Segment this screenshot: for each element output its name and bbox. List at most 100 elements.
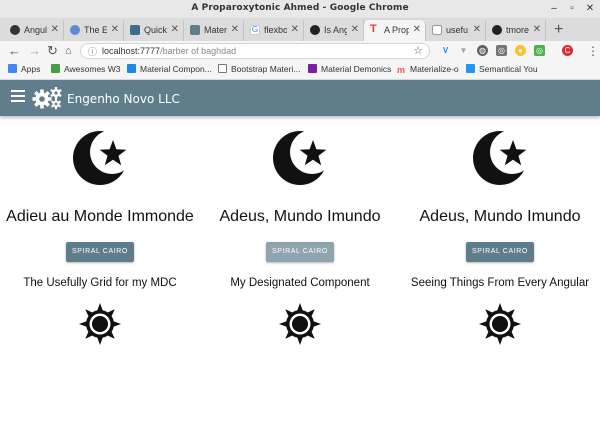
window-titlebar: A Proparoxytonic Ahmed - Google Chrome –… bbox=[0, 0, 600, 19]
moon-star-icon bbox=[273, 130, 330, 185]
tab-8[interactable]: usefu ✕ bbox=[426, 20, 486, 41]
tab-4[interactable]: Mater ✕ bbox=[184, 20, 244, 41]
tab-5[interactable]: G flexbo ✕ bbox=[244, 20, 304, 41]
url-path: /barber of baghdad bbox=[160, 46, 237, 56]
new-tab-icon[interactable]: + bbox=[554, 21, 563, 39]
extension-camera-icon[interactable]: ◎ bbox=[496, 45, 507, 56]
bookmark-bootstrap[interactable]: Bootstrap Materi... bbox=[218, 64, 300, 74]
tab-2[interactable]: The E ✕ bbox=[64, 20, 124, 41]
tab-close-icon[interactable]: ✕ bbox=[291, 24, 299, 35]
url-port: 7777 bbox=[140, 46, 161, 56]
tab-3[interactable]: Quick ✕ bbox=[124, 20, 184, 41]
url-host: localhost: bbox=[102, 46, 141, 56]
tab-favicon bbox=[310, 25, 320, 35]
bookmark-label: Semantical You bbox=[479, 64, 538, 74]
extension-yellow-icon[interactable]: ● bbox=[515, 45, 526, 56]
moon-star-icon bbox=[73, 130, 130, 185]
tab-favicon: T bbox=[370, 23, 377, 35]
tab-strip: Angul ✕ The E ✕ Quick ✕ Mater ✕ G flexbo… bbox=[0, 19, 600, 41]
browser-toolbar: ← → ↻ ⌂ ⓘ localhost:7777/barber of baghd… bbox=[0, 41, 600, 61]
card-subheading: The Usefully Grid for my MDC bbox=[23, 277, 177, 289]
bookmark-favicon bbox=[51, 64, 60, 73]
extension-v-icon[interactable]: V bbox=[440, 45, 451, 56]
bookmark-label: Material Demonics bbox=[321, 64, 392, 74]
reload-icon[interactable]: ↻ bbox=[47, 43, 58, 59]
extension-green-icon[interactable]: ◎ bbox=[534, 45, 545, 56]
tab-favicon bbox=[492, 25, 502, 35]
card-3: Adeus, Mundo Imundo SPIRAL CAIRO Seeing … bbox=[400, 118, 600, 358]
tab-label: Is Ang bbox=[324, 25, 347, 35]
bookmark-favicon bbox=[308, 64, 317, 73]
bookmark-label: Materialize-o bbox=[410, 64, 459, 74]
sun-icon bbox=[279, 303, 321, 345]
sun-icon bbox=[479, 303, 521, 345]
bookmark-material-demonics[interactable]: Material Demonics bbox=[308, 64, 391, 74]
tab-label: The E bbox=[84, 25, 107, 35]
tab-label: Mater bbox=[204, 25, 227, 35]
tab-close-icon[interactable]: ✕ bbox=[533, 24, 541, 35]
bookmark-semantical[interactable]: Semantical You bbox=[466, 64, 538, 74]
back-icon[interactable]: ← bbox=[8, 43, 21, 59]
tab-label: usefu bbox=[446, 25, 469, 35]
extension-octo-icon[interactable]: ◍ bbox=[477, 45, 488, 56]
app-bar: Engenho Novo LLC bbox=[0, 80, 600, 116]
card-heading: Adeus, Mundo Imundo bbox=[219, 208, 381, 225]
tab-6[interactable]: Is Ang ✕ bbox=[304, 20, 364, 41]
card-heading: Adieu au Monde Immonde bbox=[6, 208, 194, 225]
bookmark-star-icon[interactable]: ☆ bbox=[413, 44, 423, 57]
bookmarks-bar: Apps Awesomes W3 Material Compon... Boot… bbox=[0, 61, 600, 80]
home-icon[interactable]: ⌂ bbox=[65, 43, 72, 59]
moon-star-icon bbox=[473, 130, 530, 185]
browser-menu-icon[interactable]: ⋮ bbox=[587, 44, 599, 58]
forward-icon[interactable]: → bbox=[28, 43, 41, 59]
minimize-icon[interactable]: – bbox=[548, 3, 560, 15]
tab-favicon bbox=[10, 25, 20, 35]
tab-7-active[interactable]: T A Prop ✕ bbox=[364, 20, 426, 41]
tab-favicon bbox=[130, 25, 140, 35]
bookmark-favicon bbox=[466, 64, 475, 73]
window-title: A Proparoxytonic Ahmed - Google Chrome bbox=[191, 3, 409, 13]
bookmark-material-components[interactable]: Material Compon... bbox=[127, 64, 212, 74]
tab-close-icon[interactable]: ✕ bbox=[111, 24, 119, 35]
bookmark-label: Apps bbox=[21, 64, 41, 74]
tab-close-icon[interactable]: ✕ bbox=[171, 24, 179, 35]
sun-icon bbox=[79, 303, 121, 345]
close-window-icon[interactable]: ✕ bbox=[584, 3, 596, 15]
apps-grid-icon bbox=[8, 64, 17, 73]
bookmark-page-icon bbox=[218, 64, 227, 73]
bookmark-apps[interactable]: Apps bbox=[8, 64, 40, 74]
tab-label: Quick bbox=[144, 25, 167, 35]
profile-avatar[interactable]: C bbox=[562, 45, 573, 56]
address-url: localhost:7777/barber of baghdad bbox=[102, 46, 236, 56]
maximize-icon[interactable]: ▫ bbox=[566, 3, 578, 15]
spiral-cairo-button[interactable]: SPIRAL CAIRO bbox=[66, 242, 134, 262]
tab-label: Angul bbox=[24, 25, 47, 35]
tab-label: A Prop bbox=[384, 25, 409, 35]
bookmark-favicon: m bbox=[397, 65, 406, 75]
card-heading: Adeus, Mundo Imundo bbox=[419, 208, 581, 225]
tab-1[interactable]: Angul ✕ bbox=[4, 20, 64, 41]
address-bar[interactable]: ⓘ localhost:7777/barber of baghdad ☆ bbox=[80, 43, 430, 59]
card-subheading: My Designated Component bbox=[230, 277, 370, 289]
extension-filter-icon[interactable]: ▼ bbox=[458, 45, 469, 56]
info-icon[interactable]: ⓘ bbox=[88, 45, 97, 58]
tab-9[interactable]: tmore ✕ bbox=[486, 20, 546, 41]
tab-close-icon[interactable]: ✕ bbox=[473, 24, 481, 35]
bookmark-awesomes[interactable]: Awesomes W3 bbox=[51, 64, 121, 74]
tab-close-icon[interactable]: ✕ bbox=[51, 24, 59, 35]
bookmark-label: Awesomes W3 bbox=[64, 64, 121, 74]
bookmark-label: Material Compon... bbox=[140, 64, 212, 74]
menu-icon[interactable] bbox=[11, 90, 25, 105]
bookmark-label: Bootstrap Materi... bbox=[231, 64, 301, 74]
spiral-cairo-button[interactable]: SPIRAL CAIRO bbox=[266, 242, 334, 262]
tab-close-icon[interactable]: ✕ bbox=[351, 24, 359, 35]
tab-favicon: G bbox=[250, 25, 260, 35]
tab-favicon bbox=[70, 25, 80, 35]
spiral-cairo-button[interactable]: SPIRAL CAIRO bbox=[466, 242, 534, 262]
tab-close-icon[interactable]: ✕ bbox=[231, 24, 239, 35]
tab-close-icon[interactable]: ✕ bbox=[413, 24, 421, 35]
bookmark-materialize[interactable]: m Materialize-o bbox=[397, 64, 459, 75]
card-2: Adeus, Mundo Imundo SPIRAL CAIRO My Desi… bbox=[200, 118, 400, 358]
app-brand: Engenho Novo LLC bbox=[67, 92, 180, 106]
gears-icon bbox=[32, 87, 62, 110]
